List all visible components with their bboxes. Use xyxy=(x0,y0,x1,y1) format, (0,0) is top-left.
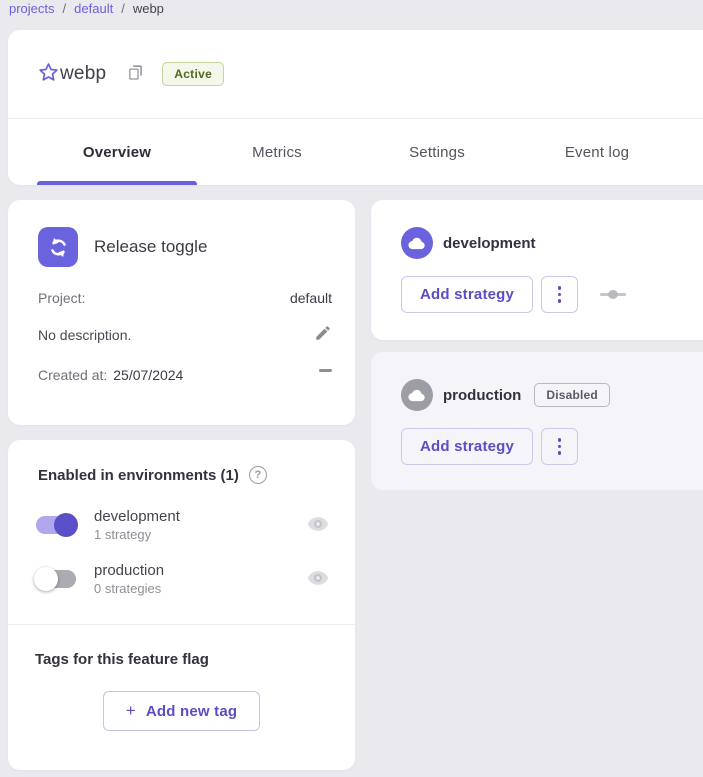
tab-metrics[interactable]: Metrics xyxy=(197,119,357,185)
development-panel-actions: Add strategy xyxy=(401,276,703,313)
cloud-icon xyxy=(401,227,433,259)
production-panel-header: production Disabled xyxy=(401,379,703,411)
development-toggle[interactable] xyxy=(36,516,76,534)
kebab-icon xyxy=(558,438,562,455)
breadcrumb-projects-link[interactable]: projects xyxy=(9,1,55,16)
tab-settings[interactable]: Settings xyxy=(357,119,517,185)
environments-heading-row: Enabled in environments (1) ? xyxy=(8,440,355,484)
toggle-texts: development 1 strategy xyxy=(94,508,307,542)
flag-details-card: Release toggle Project: default No descr… xyxy=(8,200,355,425)
project-label: Project: xyxy=(38,290,85,306)
description-row: No description. xyxy=(38,324,332,345)
release-toggle-icon xyxy=(38,227,78,267)
eye-icon xyxy=(307,516,329,535)
environments-card: Enabled in environments (1) ? developmen… xyxy=(8,440,355,770)
breadcrumb-default-link[interactable]: default xyxy=(74,1,113,16)
created-at: Created at: 25/07/2024 xyxy=(38,367,183,383)
cloud-icon xyxy=(401,379,433,411)
production-panel-actions: Add strategy xyxy=(401,428,703,465)
copy-name-button[interactable] xyxy=(124,63,146,85)
flag-header-row: webp Active xyxy=(8,30,703,118)
add-strategy-button-production[interactable]: Add strategy xyxy=(401,428,533,465)
tab-bar: Overview Metrics Settings Event log xyxy=(8,119,703,185)
tags-section-title: Tags for this feature flag xyxy=(8,651,355,668)
environment-toggle-row-production: production 0 strategies xyxy=(8,562,355,596)
plus-icon: + xyxy=(126,701,136,721)
breadcrumb-separator: / xyxy=(63,1,67,16)
preview-development-button[interactable] xyxy=(307,516,329,535)
toggle-texts: production 0 strategies xyxy=(94,562,307,596)
strategy-count: 1 strategy xyxy=(94,527,307,542)
flag-header-card: webp Active Overview Metrics Settings Ev… xyxy=(8,30,703,185)
breadcrumb-separator: / xyxy=(121,1,125,16)
environment-panel-name: production xyxy=(443,387,521,404)
pencil-icon xyxy=(314,324,332,345)
add-new-tag-button[interactable]: + Add new tag xyxy=(103,691,261,731)
project-row: Project: default xyxy=(38,290,332,306)
environments-heading: Enabled in environments (1) xyxy=(38,467,239,484)
environment-toggle-row-development: development 1 strategy xyxy=(8,508,355,542)
more-options-button-production[interactable] xyxy=(541,428,578,465)
star-icon xyxy=(37,61,60,87)
environment-name: development xyxy=(94,508,307,525)
flag-type-label: Release toggle xyxy=(94,237,207,257)
minus-icon xyxy=(319,369,332,372)
breadcrumb: projects / default / webp xyxy=(9,1,164,16)
breadcrumb-current: webp xyxy=(133,1,164,16)
strategy-count: 0 strategies xyxy=(94,581,307,596)
kebab-icon xyxy=(558,286,562,303)
add-new-tag-label: Add new tag xyxy=(146,703,237,720)
more-options-button-development[interactable] xyxy=(541,276,578,313)
edit-description-button[interactable] xyxy=(314,324,332,345)
status-badge: Active xyxy=(162,62,224,86)
development-environment-panel: development Add strategy xyxy=(371,200,703,340)
production-toggle[interactable] xyxy=(36,570,76,588)
created-row: Created at: 25/07/2024 xyxy=(38,367,332,383)
created-label: Created at: xyxy=(38,367,107,383)
toggle-knob xyxy=(54,513,78,537)
disabled-badge: Disabled xyxy=(534,383,610,407)
description-text: No description. xyxy=(38,327,131,343)
add-strategy-button-development[interactable]: Add strategy xyxy=(401,276,533,313)
toggle-knob xyxy=(34,567,58,591)
environment-panel-name: development xyxy=(443,235,536,252)
active-tab-indicator xyxy=(37,181,197,185)
favorite-button[interactable] xyxy=(36,62,60,86)
copy-icon xyxy=(126,63,145,85)
created-value: 25/07/2024 xyxy=(113,367,183,383)
card-divider xyxy=(8,624,355,625)
help-icon[interactable]: ? xyxy=(249,466,267,484)
eye-icon xyxy=(307,570,329,589)
feature-flag-page: projects / default / webp webp xyxy=(0,0,703,777)
flag-type-row: Release toggle xyxy=(38,227,332,267)
tab-overview[interactable]: Overview xyxy=(37,119,197,185)
tab-event-log[interactable]: Event log xyxy=(517,119,677,185)
environment-name: production xyxy=(94,562,307,579)
project-value: default xyxy=(290,290,332,306)
production-environment-panel: production Disabled Add strategy xyxy=(371,352,703,490)
strategy-connector-icon xyxy=(600,293,626,296)
page-title: webp xyxy=(60,63,106,85)
preview-production-button[interactable] xyxy=(307,570,329,589)
development-panel-header: development xyxy=(401,227,703,259)
